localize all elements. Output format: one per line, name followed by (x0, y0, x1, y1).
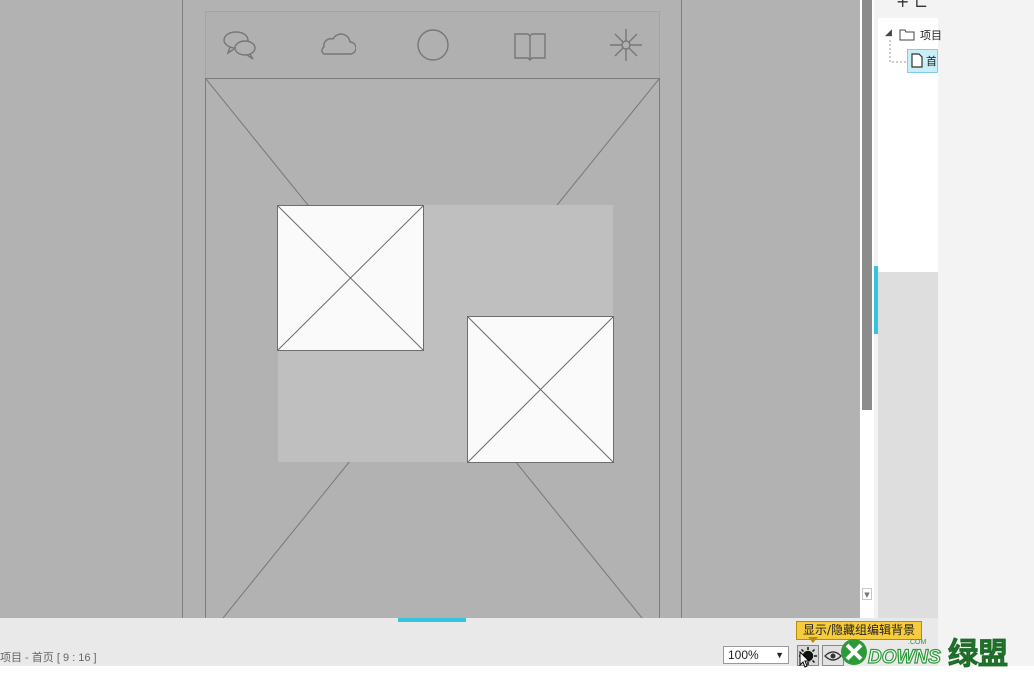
add-page-icon[interactable]: + ⊏ (896, 0, 928, 11)
image-cross-icon (277, 205, 424, 351)
tab-bar-widget[interactable] (205, 11, 660, 79)
image-cross-icon (467, 316, 614, 463)
zoom-value: 100% (728, 648, 759, 662)
svg-text:绿盟: 绿盟 (948, 637, 1008, 670)
image-placeholder-1[interactable] (277, 205, 424, 351)
mouse-cursor-icon (799, 651, 811, 668)
x-logo-icon (841, 639, 867, 665)
tree-expand-icon[interactable]: ◢ (885, 28, 892, 38)
cloud-icon (321, 33, 356, 55)
status-page-info: 项目 - 首页 [ 9 : 16 ] (0, 652, 97, 664)
panel-splitter-handle[interactable] (874, 266, 878, 334)
image-placeholder-2[interactable] (467, 316, 614, 463)
tooltip-pointer (808, 637, 818, 643)
tree-page-item[interactable]: 首 (907, 49, 938, 73)
zoom-select[interactable]: 100% ▼ (723, 646, 789, 664)
design-canvas[interactable] (0, 0, 860, 618)
tree-page-label: 首 (926, 55, 936, 68)
scrollbar-thumb[interactable] (862, 0, 872, 410)
svg-text:DOWNS: DOWNS (868, 647, 941, 668)
tree-root-label[interactable]: 项目 (920, 27, 942, 43)
asterisk-icon (610, 29, 642, 61)
panel-empty-area (878, 272, 938, 618)
page-icon (911, 53, 923, 68)
scroll-down-arrow-icon[interactable]: ▼ (862, 588, 872, 600)
chevron-down-icon: ▼ (775, 650, 784, 660)
book-icon (514, 33, 546, 61)
downs-logo-watermark: .COM DOWNS 绿盟 (841, 637, 1008, 670)
circle-icon (417, 29, 449, 61)
folder-icon (899, 29, 915, 41)
horizontal-splitter-handle[interactable] (398, 618, 466, 622)
svg-text:.COM: .COM (908, 639, 926, 646)
speech-bubbles-icon (223, 31, 256, 60)
